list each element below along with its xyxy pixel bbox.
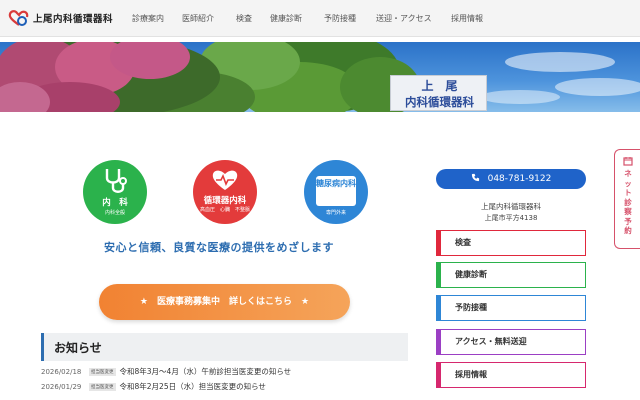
tagline: 安心と信頼、良質な医療の提供をめざします (104, 241, 334, 254)
net-reservation-tab[interactable]: ネット診察予約 (614, 149, 640, 249)
phone-icon (471, 173, 479, 182)
dept-cardiology[interactable]: 循環器内科 高血圧 心臓 不整脈 (193, 160, 257, 224)
clinic-address: 上尾市平方4138 (484, 214, 538, 222)
phone-button[interactable]: 048-781-9122 (436, 169, 586, 189)
site-header: 上尾内科循環器科 診療案内 医師紹介 検査 健康診断 予防接種 送迎・アクセス … (0, 0, 640, 37)
clinic-name: 上尾内科循環器科 (481, 202, 541, 211)
signboard-line-1: 上尾 (421, 79, 470, 93)
side-button-access[interactable]: アクセス・無料送迎 (436, 329, 586, 355)
heart-pulse-icon (212, 170, 238, 190)
hero-scenery (0, 42, 640, 112)
hero-banner (0, 42, 640, 112)
side-button-vaccination[interactable]: 予防接種 (436, 295, 586, 321)
logo-text: 上尾内科循環器科 (33, 14, 114, 25)
news-date: 2026/02/18 (41, 368, 82, 376)
dept-diabetes[interactable]: 糖尿病内科 専門外来 (304, 160, 368, 224)
news-header: お知らせ (41, 333, 408, 361)
logo-mark-icon (8, 10, 29, 26)
recruit-banner-button[interactable]: ★ 医療事務募集中 詳しくはこちら ★ (99, 284, 350, 320)
side-button-checkup[interactable]: 健康診断 (436, 262, 586, 288)
nav-item-tests[interactable]: 検査 (236, 0, 252, 37)
dept-subtitle: 専門外来 (325, 210, 346, 216)
news-title: お知らせ (54, 341, 102, 355)
nav-item-checkup[interactable]: 健康診断 (270, 0, 302, 37)
stethoscope-icon (105, 169, 127, 193)
site-logo[interactable]: 上尾内科循環器科 (8, 9, 113, 27)
dept-title: 糖尿病内科 (316, 179, 356, 188)
news-badge: 担当医変更 (89, 383, 116, 391)
side-button-recruit[interactable]: 採用情報 (436, 362, 586, 388)
nav-item-recruit[interactable]: 採用情報 (451, 0, 483, 37)
news-text: 令和8年3月〜4月（水）午前診担当医変更の知らせ (119, 367, 292, 376)
news-item[interactable]: 2026/02/18 担当医変更 令和8年3月〜4月（水）午前診担当医変更の知らせ (41, 366, 291, 379)
signboard-line-2: 内科循環器科 (405, 95, 474, 109)
nav-item-access[interactable]: 送迎・アクセス (376, 0, 432, 37)
clinic-signboard: 上尾 内科循環器科 (390, 75, 487, 111)
news-date: 2026/01/29 (41, 383, 82, 391)
nav-item-vaccination[interactable]: 予防接種 (324, 0, 356, 37)
news-text: 令和8年2月25日（水）担当医変更の知らせ (119, 382, 266, 391)
side-button-tests[interactable]: 検査 (436, 230, 586, 256)
dept-subtitle: 内科全般 (104, 210, 125, 216)
phone-number: 048-781-9122 (487, 174, 552, 184)
nav-item-services[interactable]: 診療案内 (132, 0, 164, 37)
badge-icon: 糖尿病内科 (316, 176, 356, 206)
nav-item-doctors[interactable]: 医師紹介 (182, 0, 214, 37)
dept-subtitle: 高血圧 心臓 不整脈 (199, 207, 250, 213)
dept-title: 循環器内科 (203, 196, 247, 206)
news-badge: 担当医変更 (89, 368, 116, 376)
news-item[interactable]: 2026/01/29 担当医変更 令和8年2月25日（水）担当医変更の知らせ (41, 381, 266, 394)
dept-internal-medicine[interactable]: 内 科 内科全般 (83, 160, 147, 224)
calendar-icon (623, 157, 633, 166)
net-reservation-label: ネット診察予約 (624, 169, 632, 235)
dept-title: 内 科 (102, 198, 128, 208)
